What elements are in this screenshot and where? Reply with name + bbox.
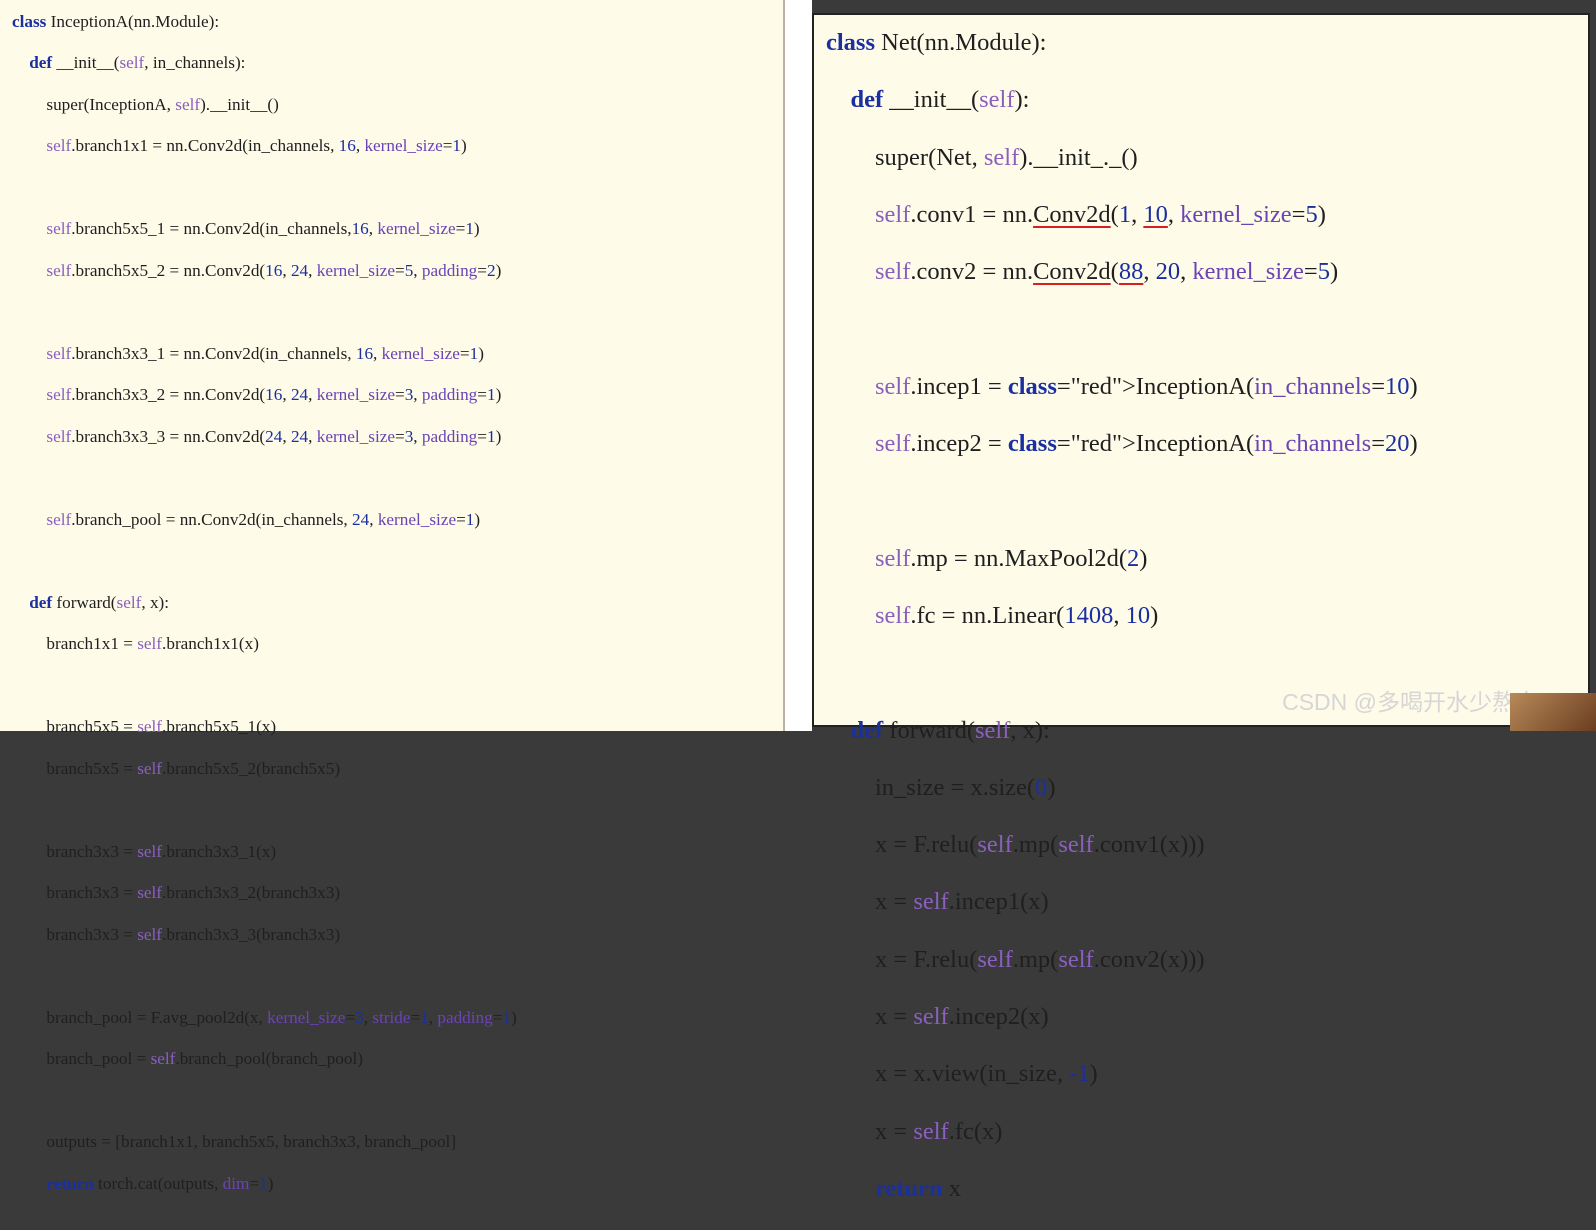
right-code-line — [826, 657, 1418, 682]
right-code-line: x = x.view(in_size, -1) — [826, 1060, 1098, 1088]
right-code-line: return x — [875, 1174, 961, 1202]
left-code-line — [12, 549, 517, 566]
left-code-line — [12, 300, 517, 317]
left-code-line: outputs = [branch1x1, branch5x5, branch3… — [12, 1132, 457, 1152]
left-code-line: branch3x3 = self.branch3x3_2(branch3x3) — [12, 883, 341, 903]
watermark: CSDN @多喝开水少熬夜 — [1282, 689, 1538, 715]
net-code-block: class Net(nn.Module): def __init__(self)… — [826, 27, 1418, 1230]
inception-code-block: class InceptionA(nn.Module): def __init_… — [12, 10, 517, 1213]
left-code-line: branch5x5 = self.branch5x5_1(x) — [12, 717, 277, 737]
right-code-line: class Net(nn.Module): — [826, 29, 1047, 56]
left-code-line: branch1x1 = self.branch1x1(x) — [12, 634, 259, 654]
left-code-line: super(InceptionA, self).__init__() — [12, 94, 279, 114]
right-code-line: self.conv1 = nn.Conv2d(1, 10, kernel_siz… — [875, 200, 1326, 228]
right-code-line: def __init__(self): — [850, 86, 1030, 114]
left-code-line: def __init__(self, in_channels): — [29, 53, 246, 73]
left-code-line — [12, 798, 517, 815]
right-code-line: self.mp = nn.MaxPool2d(2) — [875, 544, 1148, 572]
left-code-line: branch_pool = F.avg_pool2d(x, kernel_siz… — [12, 1007, 517, 1027]
right-code-line: x = self.incep2(x) — [826, 1003, 1049, 1031]
right-code-line: x = F.relu(self.mp(self.conv1(x))) — [826, 831, 1205, 859]
right-code-line — [826, 313, 1418, 338]
video-corner-thumbnail — [1510, 693, 1596, 731]
panel-gap — [785, 0, 812, 731]
right-code-panel: class Net(nn.Module): def __init__(self)… — [812, 13, 1590, 1202]
right-code-line: x = F.relu(self.mp(self.conv2(x))) — [826, 945, 1205, 973]
left-code-line: self.branch3x3_2 = nn.Conv2d(16, 24, ker… — [46, 385, 502, 405]
left-code-line: branch3x3 = self.branch3x3_3(branch3x3) — [12, 924, 341, 944]
left-code-line: self.branch5x5_1 = nn.Conv2d(in_channels… — [46, 219, 480, 239]
right-code-line: x = self.incep1(x) — [826, 888, 1049, 916]
left-code-line: self.branch3x3_1 = nn.Conv2d(in_channels… — [46, 343, 484, 363]
left-code-panel: class InceptionA(nn.Module): def __init_… — [0, 0, 785, 1193]
left-code-line — [12, 964, 517, 981]
right-code-line: def forward(self, x): — [850, 716, 1050, 744]
right-code-line: in_size = x.size(0) — [826, 773, 1056, 801]
right-code-line: self.incep1 = class="red">InceptionA(in_… — [875, 372, 1418, 400]
right-code-line: self.conv2 = nn.Conv2d(88, 20, kernel_si… — [875, 258, 1339, 286]
left-code-line — [12, 674, 517, 691]
left-code-line: self.branch1x1 = nn.Conv2d(in_channels, … — [46, 136, 467, 156]
left-code-line: class InceptionA(nn.Module): — [12, 12, 220, 31]
left-code-line: return torch.cat(outputs, dim=1) — [46, 1173, 274, 1193]
left-code-line — [12, 176, 517, 193]
left-code-line: branch5x5 = self.branch5x5_2(branch5x5) — [12, 758, 341, 778]
right-code-line: super(Net, self).__init_._() — [826, 143, 1138, 171]
right-code-line: x = self.fc(x) — [826, 1117, 1003, 1145]
right-code-line — [826, 485, 1418, 510]
left-code-line: self.branch3x3_3 = nn.Conv2d(24, 24, ker… — [46, 426, 502, 446]
left-code-line: self.branch5x5_2 = nn.Conv2d(16, 24, ker… — [46, 260, 502, 280]
right-code-line: self.incep2 = class="red">InceptionA(in_… — [875, 430, 1418, 458]
left-code-line: branch_pool = self.branch_pool(branch_po… — [12, 1049, 363, 1069]
left-code-line: self.branch_pool = nn.Conv2d(in_channels… — [46, 509, 481, 529]
left-code-line: branch3x3 = self.branch3x3_1(x) — [12, 841, 277, 861]
left-code-line: def forward(self, x): — [29, 592, 170, 612]
right-code-line: self.fc = nn.Linear(1408, 10) — [875, 601, 1159, 629]
left-code-line — [12, 466, 517, 483]
left-code-line — [12, 1089, 517, 1106]
